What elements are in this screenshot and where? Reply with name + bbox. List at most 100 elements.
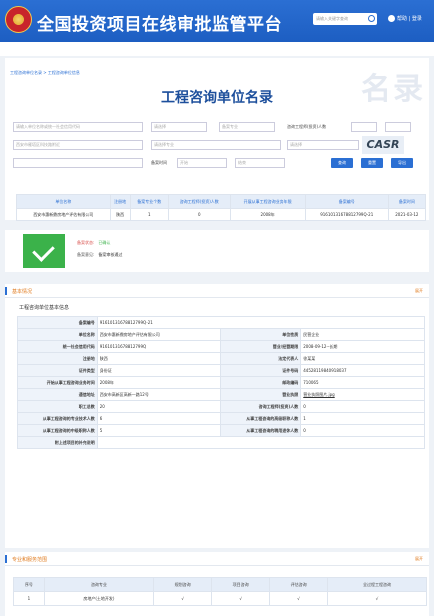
- section-marker: [5, 287, 7, 295]
- status-panel: 备案状态: 已确认 备案意见: 备案审核通过: [5, 230, 429, 272]
- search-placeholder: 请输入关键字查询: [316, 16, 348, 21]
- opinion-label: 备案意见:: [77, 252, 95, 257]
- info-label: 从事工程咨询的高级职称人数: [220, 412, 302, 425]
- info-label: 从事工程咨询的中级职称人数: [17, 424, 98, 437]
- info-value: 44528119840918037: [300, 364, 425, 377]
- scope-table: 序号 咨询专业 规划咨询 项目咨询 评估咨询 全过程工程咨询 1 房地产(土地开发) √ √ √ √: [13, 577, 427, 606]
- other-select[interactable]: 请选择: [287, 140, 359, 150]
- province-select[interactable]: 请选择: [151, 122, 207, 132]
- basic-expand-link[interactable]: 展开: [415, 288, 423, 294]
- keyword-input[interactable]: [13, 158, 143, 168]
- results-col-header: 单位名称: [16, 194, 111, 209]
- info-label: 单位名称: [17, 328, 98, 341]
- unit-name-input[interactable]: 请输入单位名称或统一社会信用代码: [13, 122, 143, 132]
- scope-col-header: 序号: [13, 577, 45, 592]
- table-row: 从事工程咨询的中级职称人数 5 从事工程咨询的聘用退休人数 0: [17, 424, 425, 437]
- results-col-header: 备案专业个数: [129, 194, 169, 209]
- specialty-select[interactable]: 请选择专业: [151, 140, 281, 150]
- staff-max-input[interactable]: [385, 122, 411, 132]
- record-no-label: 备案编号: [17, 316, 98, 329]
- info-label: 通信地址: [17, 388, 98, 401]
- table-row: 开始从事工程咨询业务时间 2008年 邮政编码 710065: [17, 376, 425, 389]
- info-value: 身份证: [96, 364, 222, 377]
- results-col-header: 备案编号: [304, 194, 389, 209]
- info-label: 注册地: [17, 352, 98, 365]
- info-value: 710065: [300, 376, 425, 389]
- breadcrumb[interactable]: 工程咨询单位名录 > 工程咨询单位信息: [10, 70, 80, 76]
- basic-section-header: 基本情况 展开: [5, 284, 429, 298]
- info-value: 徐某某: [300, 352, 425, 365]
- status-value: 已确认: [98, 240, 111, 245]
- search-input[interactable]: 请输入关键字查询: [313, 13, 377, 25]
- info-label: 咨询工程师(投资)人数: [220, 400, 302, 413]
- results-col-header: 备案时间: [387, 194, 427, 209]
- results-col-header: 咨询工程师(投资)人数: [167, 194, 231, 209]
- info-label: 开始从事工程咨询业务时间: [17, 376, 98, 389]
- staff-min-input[interactable]: [351, 122, 377, 132]
- scope-cell: √: [327, 591, 427, 606]
- scope-section-header: 专业和服务范围 展开: [5, 552, 429, 566]
- captcha-image[interactable]: CASR: [362, 136, 404, 154]
- scope-cell: √: [211, 591, 271, 606]
- help-link[interactable]: 帮助 | 登录: [388, 13, 422, 25]
- info-value: 2008年: [96, 376, 222, 389]
- date-end-input[interactable]: 结束: [235, 158, 285, 168]
- scope-cell: 房地产(土地开发): [43, 591, 155, 606]
- scope-col-header: 咨询专业: [43, 577, 155, 592]
- check-icon: [23, 234, 65, 268]
- results-col-header: 开展从事工程咨询业务年限: [229, 194, 306, 209]
- table-row: 通信地址 西安市高新区高新一路12号 营业执照 营业执照图片.jpg: [17, 388, 425, 401]
- info-value: 2008-09-12--长期: [300, 340, 425, 353]
- info-value: 20: [96, 400, 222, 413]
- search-icon[interactable]: [368, 15, 375, 22]
- scope-cell: √: [269, 591, 329, 606]
- info-value: 6: [96, 412, 222, 425]
- staff-count-label: 咨询工程师(投资)人数: [287, 124, 327, 129]
- results-cell: 0: [167, 208, 231, 221]
- scope-cell: 1: [13, 591, 45, 606]
- reset-button[interactable]: 重置: [361, 158, 383, 168]
- info-label: 营业执照: [220, 388, 302, 401]
- table-row[interactable]: 西安市惠新鼎房地产评估有限公司 陕西 1 0 2008年 9161013167881279…: [16, 208, 427, 221]
- info-value: 91610131678812799Q: [96, 340, 222, 353]
- license-link[interactable]: 营业执照图片.jpg: [300, 388, 425, 401]
- info-label: 从事工程咨询的专业技术人数: [17, 412, 98, 425]
- query-button[interactable]: 查询: [331, 158, 353, 168]
- info-label: 从事工程咨询的聘用退休人数: [220, 424, 302, 437]
- results-cell: 1: [129, 208, 169, 221]
- basic-info-section: 基本情况 展开 工程咨询单位基本信息 备案编号 9161013167881279…: [5, 284, 429, 548]
- scope-col-header: 评估咨询: [269, 577, 329, 592]
- page-title: 工程咨询单位名录: [161, 90, 273, 106]
- export-button[interactable]: 导出: [391, 158, 413, 168]
- info-value: 0: [300, 424, 425, 437]
- table-row: 单位名称 西安市惠新鼎房地产评估有限公司 单位性质 民营企业: [17, 328, 425, 341]
- basic-subtitle: 工程咨询单位基本信息: [19, 305, 70, 311]
- table-row: 从事工程咨询的专业技术人数 6 从事工程咨询的高级职称人数 1: [17, 412, 425, 425]
- opinion-line: 备案意见: 备案审核通过: [77, 252, 122, 258]
- info-label: 附上述项目的补充说明: [17, 436, 98, 449]
- record-specialty-select[interactable]: 备案专业: [219, 122, 275, 132]
- national-emblem-icon: [5, 6, 32, 33]
- results-cell: 91610131678812799Q-21: [304, 208, 389, 221]
- info-value: 1: [300, 412, 425, 425]
- info-value: [96, 436, 426, 449]
- date-start-input[interactable]: 开始: [177, 158, 227, 168]
- section-marker: [5, 555, 7, 563]
- info-label: 法定代表人: [220, 352, 302, 365]
- results-cell: 西安市惠新鼎房地产评估有限公司: [16, 208, 111, 221]
- table-row: 统一社会信用代码 91610131678812799Q 营业/经营期限 2008-09…: [17, 340, 425, 353]
- info-label: 证件类型: [17, 364, 98, 377]
- nav-band: [0, 42, 434, 56]
- help-label: 帮助 | 登录: [397, 16, 422, 22]
- date-label: 备案时间: [151, 160, 167, 165]
- region-input[interactable]: 西安市雁塔区科技路附近: [13, 140, 143, 150]
- basic-section-title: 基本情况: [12, 289, 33, 295]
- scope-section: 专业和服务范围 展开 序号 咨询专业 规划咨询 项目咨询 评估咨询 全过程工程咨询 1 房地…: [5, 552, 429, 616]
- scope-expand-link[interactable]: 展开: [415, 556, 423, 562]
- info-label: 邮政编码: [220, 376, 302, 389]
- help-icon: [388, 15, 395, 22]
- info-value: 0: [300, 400, 425, 413]
- record-no-value: 91610131678812799Q-21: [96, 316, 426, 329]
- site-title: 全国投资项目在线审批监管平台: [37, 15, 282, 35]
- results-col-header: 注册地: [109, 194, 131, 209]
